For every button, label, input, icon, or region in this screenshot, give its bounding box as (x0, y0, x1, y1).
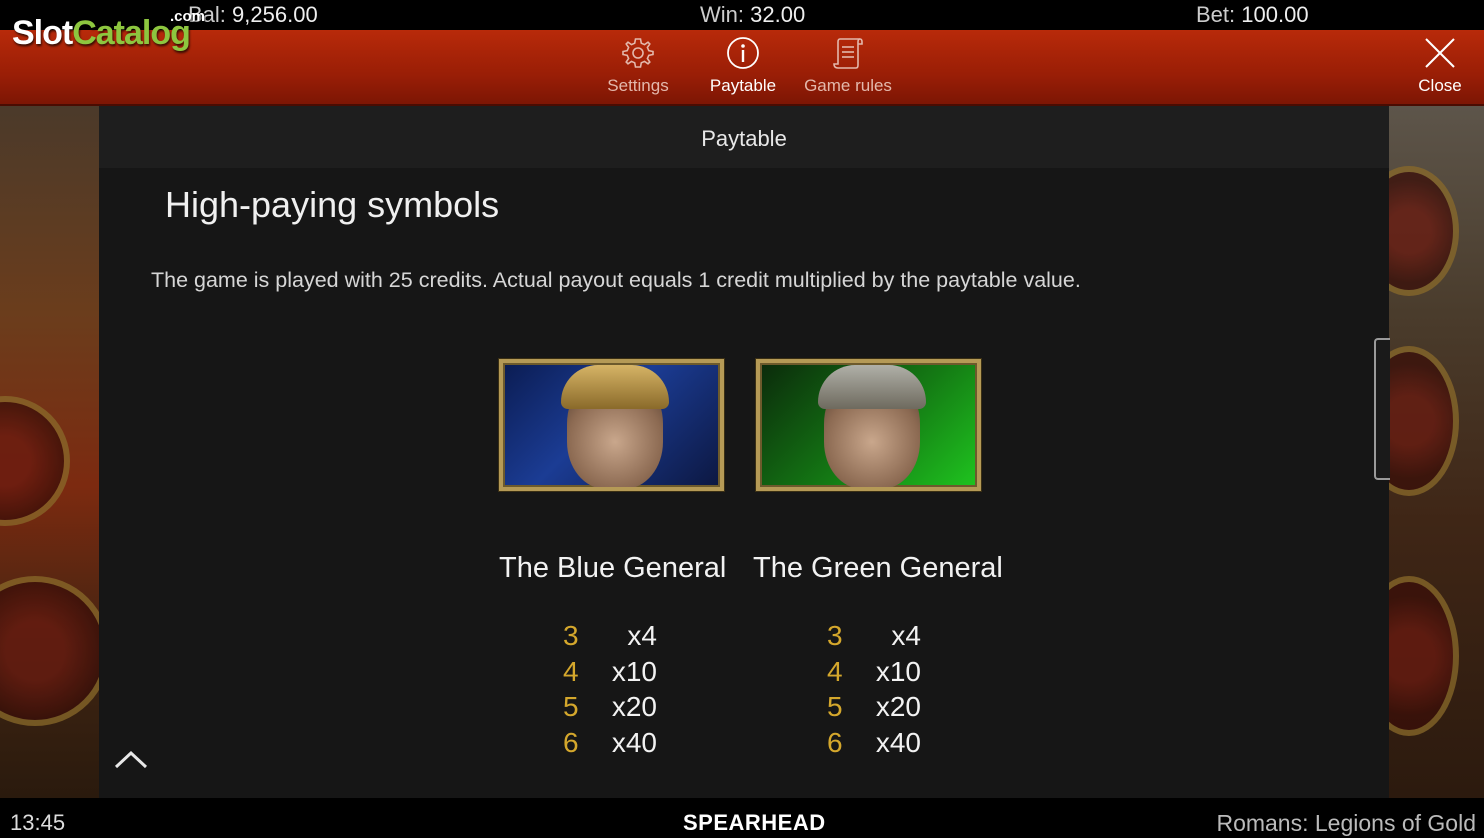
blue-general-symbol-image (499, 359, 724, 491)
win-display: Win: 32.00 (700, 2, 805, 28)
bottom-bar: 13:45 SPEARHEAD Romans: Legions of Gold (0, 798, 1484, 838)
close-button[interactable]: Close (1390, 36, 1484, 100)
general-helmet (561, 365, 669, 409)
payout-row: 3 x4 (827, 620, 927, 656)
bet-value: 100.00 (1241, 2, 1309, 27)
gear-icon (622, 38, 654, 68)
bet-label: Bet: (1196, 2, 1236, 27)
win-value: 32.00 (750, 2, 806, 27)
scroll-icon (833, 38, 863, 69)
payout-multiplier: x4 (891, 620, 921, 651)
balance-value: 9,256.00 (232, 2, 318, 27)
payout-row: 6 x40 (563, 727, 663, 763)
panel-header: Paytable (99, 106, 1389, 168)
info-icon (727, 37, 759, 69)
payout-multiplier: x40 (875, 726, 921, 758)
symbol-count: 6 (827, 726, 843, 758)
win-label: Win: (700, 2, 744, 27)
game-background-left (0, 106, 110, 798)
general-helmet (818, 365, 926, 409)
symbol-count: 5 (563, 691, 579, 722)
payout-multiplier: x40 (611, 726, 657, 758)
payout-row: 4 x10 (563, 656, 663, 692)
paytable-list-blue-general: 3 x4 4 x10 5 x20 6 x40 (563, 620, 663, 762)
provider-logo: SPEARHEAD (683, 810, 826, 835)
symbol-count: 6 (563, 726, 579, 758)
symbol-count: 5 (827, 691, 843, 722)
paytable-content[interactable]: High-paying symbols The game is played w… (99, 168, 1389, 798)
symbol-count: 4 (563, 655, 579, 687)
close-label: Close (1418, 76, 1462, 95)
scroll-to-top-icon[interactable] (113, 745, 149, 773)
menu-navbar: Settings Paytable Game rules Close (0, 30, 1484, 106)
symbol-count: 3 (827, 620, 843, 651)
payout-multiplier: x10 (875, 655, 921, 687)
symbol-count: 3 (563, 620, 579, 651)
clock: 13:45 (10, 810, 66, 835)
bet-display: Bet: 100.00 (1196, 2, 1309, 28)
paytable-description: The game is played with 25 credits. Actu… (151, 268, 1081, 292)
payout-multiplier: x4 (627, 620, 657, 651)
payout-row: 4 x10 (827, 656, 927, 692)
payout-multiplier: x10 (611, 655, 657, 687)
game-rules-label: Game rules (804, 76, 892, 95)
watermark-slot: Slot (12, 14, 73, 52)
background-coin (0, 576, 110, 726)
section-title: High-paying symbols (165, 184, 500, 225)
paytable-list-green-general: 3 x4 4 x10 5 x20 6 x40 (827, 620, 927, 762)
symbol-name-green-general: The Green General (753, 552, 1003, 584)
payout-multiplier: x20 (875, 691, 921, 722)
background-coin (0, 396, 70, 526)
payout-row: 5 x20 (563, 691, 663, 727)
settings-label: Settings (607, 76, 669, 95)
game-background-right (1359, 106, 1484, 798)
watermark-dotcom: .com (170, 8, 206, 25)
payout-multiplier: x20 (611, 691, 657, 722)
symbol-count: 4 (827, 655, 843, 687)
payout-row: 3 x4 (563, 620, 663, 656)
panel-title: Paytable (701, 126, 787, 151)
payout-row: 6 x40 (827, 727, 927, 763)
game-name: Romans: Legions of Gold (1216, 810, 1476, 836)
paytable-panel: Paytable High-paying symbols The game is… (99, 106, 1389, 798)
green-general-symbol-image (756, 359, 981, 491)
panel-scrollbar[interactable] (1374, 338, 1390, 480)
watermark-logo: SlotCatalog .com (12, 8, 205, 53)
symbol-name-blue-general: The Blue General (499, 552, 727, 584)
paytable-button[interactable]: Paytable (693, 36, 793, 100)
close-icon (1425, 38, 1455, 68)
balance-display: Bal: 9,256.00 (188, 2, 318, 28)
settings-button[interactable]: Settings (588, 36, 688, 100)
game-rules-button[interactable]: Game rules (798, 36, 898, 100)
paytable-label: Paytable (709, 76, 777, 95)
status-bar: Bal: 9,256.00 Win: 32.00 Bet: 100.00 (0, 0, 1484, 30)
payout-row: 5 x20 (827, 691, 927, 727)
